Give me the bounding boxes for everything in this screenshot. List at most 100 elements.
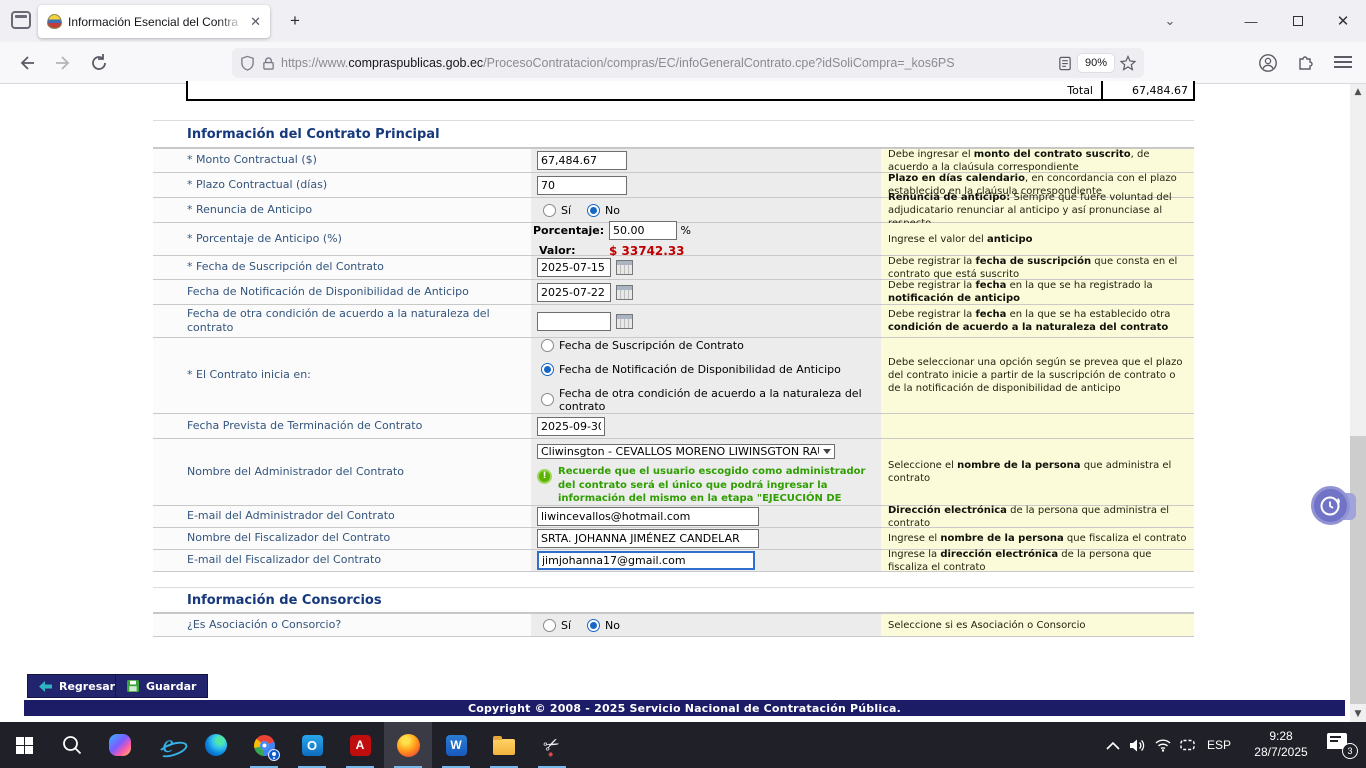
forward-icon[interactable]: [52, 52, 74, 74]
calendar-icon[interactable]: [616, 285, 633, 300]
help-text: Debe ingresar el monto del contrato susc…: [881, 149, 1194, 172]
language-indicator[interactable]: ESP: [1200, 738, 1238, 752]
start-button[interactable]: [0, 722, 48, 768]
taskbar-word-button[interactable]: W: [432, 722, 480, 768]
field-label: Fecha de Notificación de Disponibilidad …: [153, 280, 531, 304]
tab-list-chevron-icon[interactable]: ⌄: [1158, 9, 1182, 33]
bookmark-star-icon[interactable]: [1120, 55, 1136, 71]
scrollbar-thumb[interactable]: [1350, 436, 1366, 704]
tray-chevron-up-icon[interactable]: [1100, 722, 1125, 768]
porcentaje-input[interactable]: [609, 221, 677, 240]
tracking-shield-icon[interactable]: [240, 55, 255, 71]
taskbar-edge-button[interactable]: [192, 722, 240, 768]
page-scrollbar[interactable]: ▲ ▼: [1350, 84, 1366, 722]
field-label: * Monto Contractual ($): [153, 149, 531, 172]
back-icon[interactable]: [16, 52, 38, 74]
extensions-puzzle-icon[interactable]: [1296, 53, 1316, 73]
outlook-icon: O: [302, 735, 323, 756]
fecha-suscripcion-input[interactable]: [537, 258, 611, 277]
radio-label: No: [605, 619, 620, 632]
scissors-icon: ✂: [540, 731, 564, 759]
internet-explorer-icon: e: [162, 734, 173, 756]
calendar-icon[interactable]: [616, 260, 633, 275]
browser-tab[interactable]: Información Esencial del Contra ✕: [38, 5, 270, 38]
taskbar-internet-explorer-button[interactable]: e: [144, 722, 192, 768]
taskbar-snipping-tool-button[interactable]: ✂: [528, 722, 576, 768]
acrobat-icon: A: [350, 735, 371, 756]
taskbar-file-explorer-button[interactable]: [480, 722, 528, 768]
menu-hamburger-icon[interactable]: [1334, 53, 1352, 71]
fecha-otra-input[interactable]: [537, 312, 611, 331]
scroll-up-icon[interactable]: ▲: [1350, 84, 1366, 100]
fiscalizador-email-input[interactable]: [537, 551, 755, 570]
fecha-terminacion-input[interactable]: [537, 417, 605, 436]
new-tab-button[interactable]: +: [283, 9, 307, 33]
back-arrow-icon: [39, 681, 52, 692]
taskbar-copilot-button[interactable]: [96, 722, 144, 768]
help-text: Debe registrar la fecha en la que se ha …: [881, 280, 1194, 304]
account-icon[interactable]: [1258, 53, 1278, 73]
restore-icon: [1293, 16, 1303, 26]
windows-taskbar: e O A W ✂ ESP 9:28 28/7/2025: [0, 722, 1366, 768]
zoom-level-badge[interactable]: 90%: [1078, 54, 1114, 72]
inicia-opcion3-radio[interactable]: [541, 393, 554, 406]
search-icon: [61, 734, 83, 756]
renuncia-si-radio[interactable]: [543, 204, 556, 217]
fecha-notificacion-input[interactable]: [537, 283, 611, 302]
radio-label: Fecha de Notificación de Disponibilidad …: [559, 363, 841, 376]
guardar-button[interactable]: Guardar: [115, 674, 208, 698]
window-restore-button[interactable]: [1279, 6, 1317, 36]
tray-time: 9:28: [1246, 729, 1316, 745]
field-label: Nombre del Administrador del Contrato: [153, 439, 531, 505]
calendar-icon[interactable]: [616, 314, 633, 329]
chrome-profile-badge: [268, 749, 280, 761]
wifi-icon[interactable]: [1150, 722, 1175, 768]
notification-center-button[interactable]: 3: [1324, 722, 1358, 768]
admin-email-input[interactable]: [537, 507, 759, 526]
info-icon: !: [537, 469, 552, 484]
firefox-view-icon[interactable]: [11, 11, 31, 29]
help-text: Dirección electrónica de la persona que …: [881, 506, 1194, 527]
cast-device-icon[interactable]: [1175, 722, 1200, 768]
total-label: Total: [1067, 84, 1101, 97]
monto-input[interactable]: [537, 151, 627, 170]
tab-close-icon[interactable]: ✕: [250, 15, 261, 28]
section-title-consorcios: Información de Consorcios: [153, 587, 1194, 613]
tab-title: Información Esencial del Contra: [68, 15, 244, 29]
field-label: * Renuncia de Anticipo: [153, 198, 531, 222]
row-fiscalizador: Nombre del Fiscalizador del Contrato Ing…: [153, 527, 1194, 549]
taskbar-firefox-button[interactable]: [384, 722, 432, 768]
browser-toolbar: https://www.compraspublicas.gob.ec/Proce…: [0, 42, 1366, 84]
site-favicon-icon: [47, 14, 62, 29]
taskbar-chrome-button[interactable]: [240, 722, 288, 768]
select-chevron-icon: [823, 449, 831, 454]
administrador-select[interactable]: Cliwinsgton - CEVALLOS MORENO LIWINSGTON…: [537, 444, 835, 459]
fiscalizador-input[interactable]: [537, 529, 759, 548]
window-minimize-button[interactable]: —: [1232, 6, 1270, 36]
consorcio-si-radio[interactable]: [543, 619, 556, 632]
edge-icon: [205, 734, 227, 756]
lock-icon[interactable]: [262, 56, 275, 71]
clock[interactable]: 9:28 28/7/2025: [1246, 729, 1316, 760]
consorcio-no-radio[interactable]: [587, 619, 600, 632]
reload-icon[interactable]: [88, 52, 110, 74]
inicia-opcion2-radio[interactable]: [541, 363, 554, 376]
regresar-button[interactable]: Regresar: [27, 674, 127, 698]
taskbar-outlook-button[interactable]: O: [288, 722, 336, 768]
window-close-button[interactable]: ✕: [1324, 6, 1362, 36]
renuncia-no-radio[interactable]: [587, 204, 600, 217]
plazo-input[interactable]: [537, 176, 627, 195]
inicia-opcion1-radio[interactable]: [541, 339, 554, 352]
volume-icon[interactable]: [1125, 722, 1150, 768]
row-fecha-otra: Fecha de otra condición de acuerdo a la …: [153, 304, 1194, 337]
timer-extension-widget[interactable]: [1311, 486, 1350, 525]
scroll-down-icon[interactable]: ▼: [1350, 706, 1366, 722]
taskbar-search-button[interactable]: [48, 722, 96, 768]
url-bar[interactable]: https://www.compraspublicas.gob.ec/Proce…: [232, 48, 1144, 78]
help-text: Ingrese el nombre de la persona que fisc…: [881, 528, 1194, 549]
taskbar-acrobat-button[interactable]: A: [336, 722, 384, 768]
clock-flame-icon: [1318, 493, 1344, 519]
notification-count-badge: 3: [1342, 743, 1358, 759]
reader-view-icon[interactable]: [1058, 56, 1072, 71]
help-text: Ingrese el valor del anticipo: [881, 223, 1194, 255]
